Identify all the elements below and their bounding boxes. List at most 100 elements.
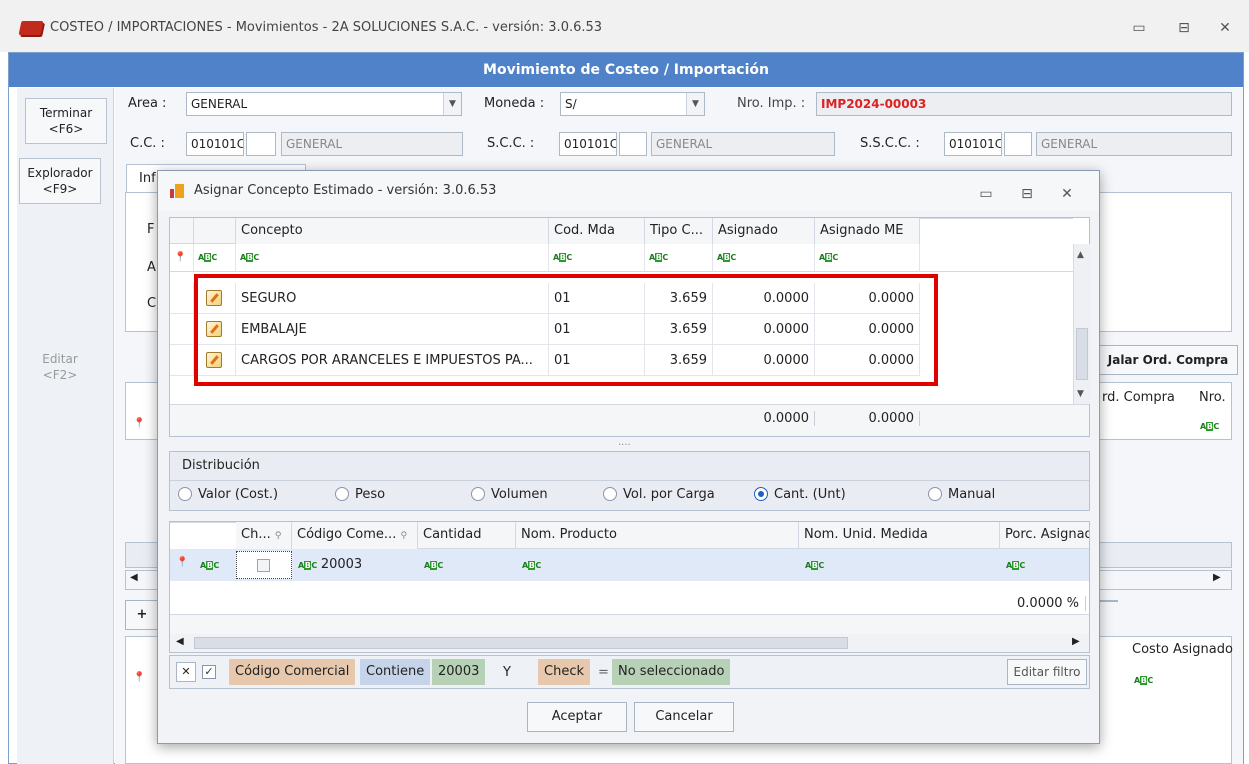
- sscc-code-input[interactable]: 010101C: [944, 132, 1002, 156]
- filter-value-codigo[interactable]: 20003: [432, 659, 486, 685]
- radio-selected-icon: [754, 487, 768, 501]
- asignado-me-column-header[interactable]: Asignado ME: [815, 218, 920, 245]
- filter-field-check[interactable]: Check: [538, 659, 590, 685]
- codigo-comercial-column-header[interactable]: Código Come... ⚲: [292, 522, 418, 550]
- chevron-down-icon: ▼: [443, 93, 461, 115]
- radio-icon: [335, 487, 349, 501]
- cc-code-input[interactable]: 010101C: [186, 132, 244, 156]
- indicator-column-header: [194, 218, 236, 244]
- close-icon[interactable]: ✕: [1213, 17, 1237, 39]
- checkbox[interactable]: [257, 559, 270, 572]
- filter-value-check[interactable]: No seleccionado: [612, 659, 731, 685]
- scroll-left-icon[interactable]: ◀: [130, 572, 138, 583]
- radio-manual[interactable]: Manual: [928, 487, 995, 502]
- add-button[interactable]: +: [125, 600, 159, 630]
- scroll-thumb[interactable]: [194, 637, 848, 649]
- filter-joiner[interactable]: Y: [503, 665, 511, 680]
- dialog-title: Asignar Concepto Estimado - versión: 3.0…: [194, 183, 497, 198]
- cancelar-button[interactable]: Cancelar: [634, 702, 734, 732]
- tipo-c-filter-cell[interactable]: ABC: [645, 244, 713, 272]
- scroll-right-icon[interactable]: ▶: [1072, 636, 1080, 647]
- scroll-right-icon[interactable]: ▶: [1213, 572, 1221, 583]
- info-letter-c: C: [147, 296, 157, 311]
- pin-icon: 📍: [133, 672, 146, 683]
- pin-icon: 📍: [170, 244, 194, 272]
- asignado-column-header[interactable]: Asignado: [713, 218, 815, 245]
- scroll-down-icon[interactable]: ▼: [1077, 389, 1084, 399]
- splitter-handle[interactable]: ....: [618, 437, 631, 448]
- concept-grid-scrollbar[interactable]: ▲ ▼: [1073, 244, 1090, 404]
- terminar-button[interactable]: Terminar <F6>: [25, 98, 107, 144]
- dialog-minimize-icon[interactable]: ▭: [974, 183, 998, 205]
- radio-volumen[interactable]: Volumen: [471, 487, 548, 502]
- nom-unid-medida-column-header[interactable]: Nom. Unid. Medida: [799, 522, 1000, 549]
- minimize-icon[interactable]: ▭: [1127, 17, 1151, 39]
- scroll-thumb[interactable]: [1076, 328, 1088, 380]
- filter-funnel-icon[interactable]: ⚲: [400, 531, 407, 541]
- scc-lookup-button[interactable]: [619, 132, 647, 156]
- porc-asignado-column-header[interactable]: Porc. Asignad: [1000, 522, 1089, 549]
- filter-enabled-checkbox[interactable]: ✓: [202, 665, 216, 679]
- editar-filtro-button[interactable]: Editar filtro: [1007, 659, 1087, 685]
- row-indicator: [170, 283, 194, 314]
- empty-column-header: [920, 218, 1073, 219]
- terminar-label: Terminar: [39, 106, 93, 120]
- aceptar-button[interactable]: Aceptar: [527, 702, 627, 732]
- dialog-close-icon[interactable]: ✕: [1055, 183, 1079, 205]
- dialog-restore-icon[interactable]: ⊟: [1015, 183, 1039, 205]
- radio-icon: [603, 487, 617, 501]
- radio-vol-por-carga-label: Vol. por Carga: [623, 487, 715, 502]
- area-value: GENERAL: [191, 97, 248, 111]
- restore-icon[interactable]: ⊟: [1172, 17, 1196, 39]
- concept-grid-footer: 0.0000 0.0000: [170, 404, 1089, 436]
- radio-cant-unt[interactable]: Cant. (Unt): [754, 487, 846, 502]
- filter-funnel-icon[interactable]: ⚲: [275, 531, 282, 541]
- codigo-comercial-filter-cell[interactable]: ABC 20003: [298, 557, 362, 572]
- explorador-button[interactable]: Explorador <F9>: [19, 158, 101, 204]
- asignado-filter-cell[interactable]: ABC: [713, 244, 815, 272]
- clear-filter-icon[interactable]: ✕: [176, 662, 196, 682]
- product-grid-hscrollbar[interactable]: ◀ ▶: [170, 634, 1089, 652]
- concepto-column-header[interactable]: Concepto: [236, 218, 549, 245]
- dialog-titlebar: Asignar Concepto Estimado - versión: 3.0…: [158, 171, 1099, 211]
- sscc-lookup-button[interactable]: [1004, 132, 1032, 156]
- app-logo-icon: [18, 21, 44, 35]
- filter-cell[interactable]: ABC: [194, 244, 236, 272]
- scroll-up-icon[interactable]: ▲: [1077, 250, 1084, 260]
- codigo-comercial-filter-value: 20003: [320, 557, 363, 572]
- cod-mda-column-header[interactable]: Cod. Mda: [549, 218, 645, 245]
- filter-abc-icon: ABC: [1006, 561, 1025, 570]
- filter-abc-icon: ABC: [200, 561, 219, 570]
- concepto-filter-cell[interactable]: ABC: [236, 244, 549, 272]
- radio-peso[interactable]: Peso: [335, 487, 385, 502]
- radio-valor[interactable]: Valor (Cost.): [178, 487, 278, 502]
- cod-mda-filter-cell[interactable]: ABC: [549, 244, 645, 272]
- radio-manual-label: Manual: [948, 487, 996, 502]
- check-column-label: Ch...: [241, 527, 271, 542]
- radio-vol-por-carga[interactable]: Vol. por Carga: [603, 487, 715, 502]
- tipo-cambio-column-header[interactable]: Tipo C...: [645, 218, 713, 245]
- check-column-header[interactable]: Ch... ⚲: [236, 522, 292, 550]
- asignado-me-filter-cell[interactable]: ABC: [815, 244, 920, 272]
- filter-operator-equals[interactable]: =: [598, 665, 609, 680]
- table-row[interactable]: 📍 ABC ABC 20003 ABC ABC ABC ABC: [170, 549, 1089, 581]
- divider: [170, 480, 1089, 481]
- scroll-left-icon[interactable]: ◀: [176, 636, 184, 647]
- editar-button[interactable]: Editar <F2>: [19, 344, 101, 390]
- nro-imp-label: Nro. Imp. :: [737, 96, 806, 111]
- window-titlebar: COSTEO / IMPORTACIONES - Movimientos - 2…: [0, 0, 1249, 52]
- radio-cant-unt-label: Cant. (Unt): [774, 487, 846, 502]
- filter-operator-contiene[interactable]: Contiene: [360, 659, 431, 685]
- moneda-select[interactable]: S/ ▼: [560, 92, 705, 116]
- bg-side-button[interactable]: [1098, 600, 1118, 602]
- filter-abc-icon: ABC: [805, 561, 824, 570]
- cc-lookup-button[interactable]: [246, 132, 276, 156]
- check-cell[interactable]: [236, 551, 292, 579]
- filter-field-codigo[interactable]: Código Comercial: [229, 659, 356, 685]
- area-select[interactable]: GENERAL ▼: [186, 92, 462, 116]
- jalar-ord-compra-button[interactable]: Jalar Ord. Compra: [1098, 345, 1238, 375]
- scc-code-input[interactable]: 010101C: [559, 132, 617, 156]
- explorador-shortcut: <F9>: [42, 182, 78, 196]
- cantidad-column-header[interactable]: Cantidad: [418, 522, 516, 549]
- nom-producto-column-header[interactable]: Nom. Producto: [516, 522, 799, 549]
